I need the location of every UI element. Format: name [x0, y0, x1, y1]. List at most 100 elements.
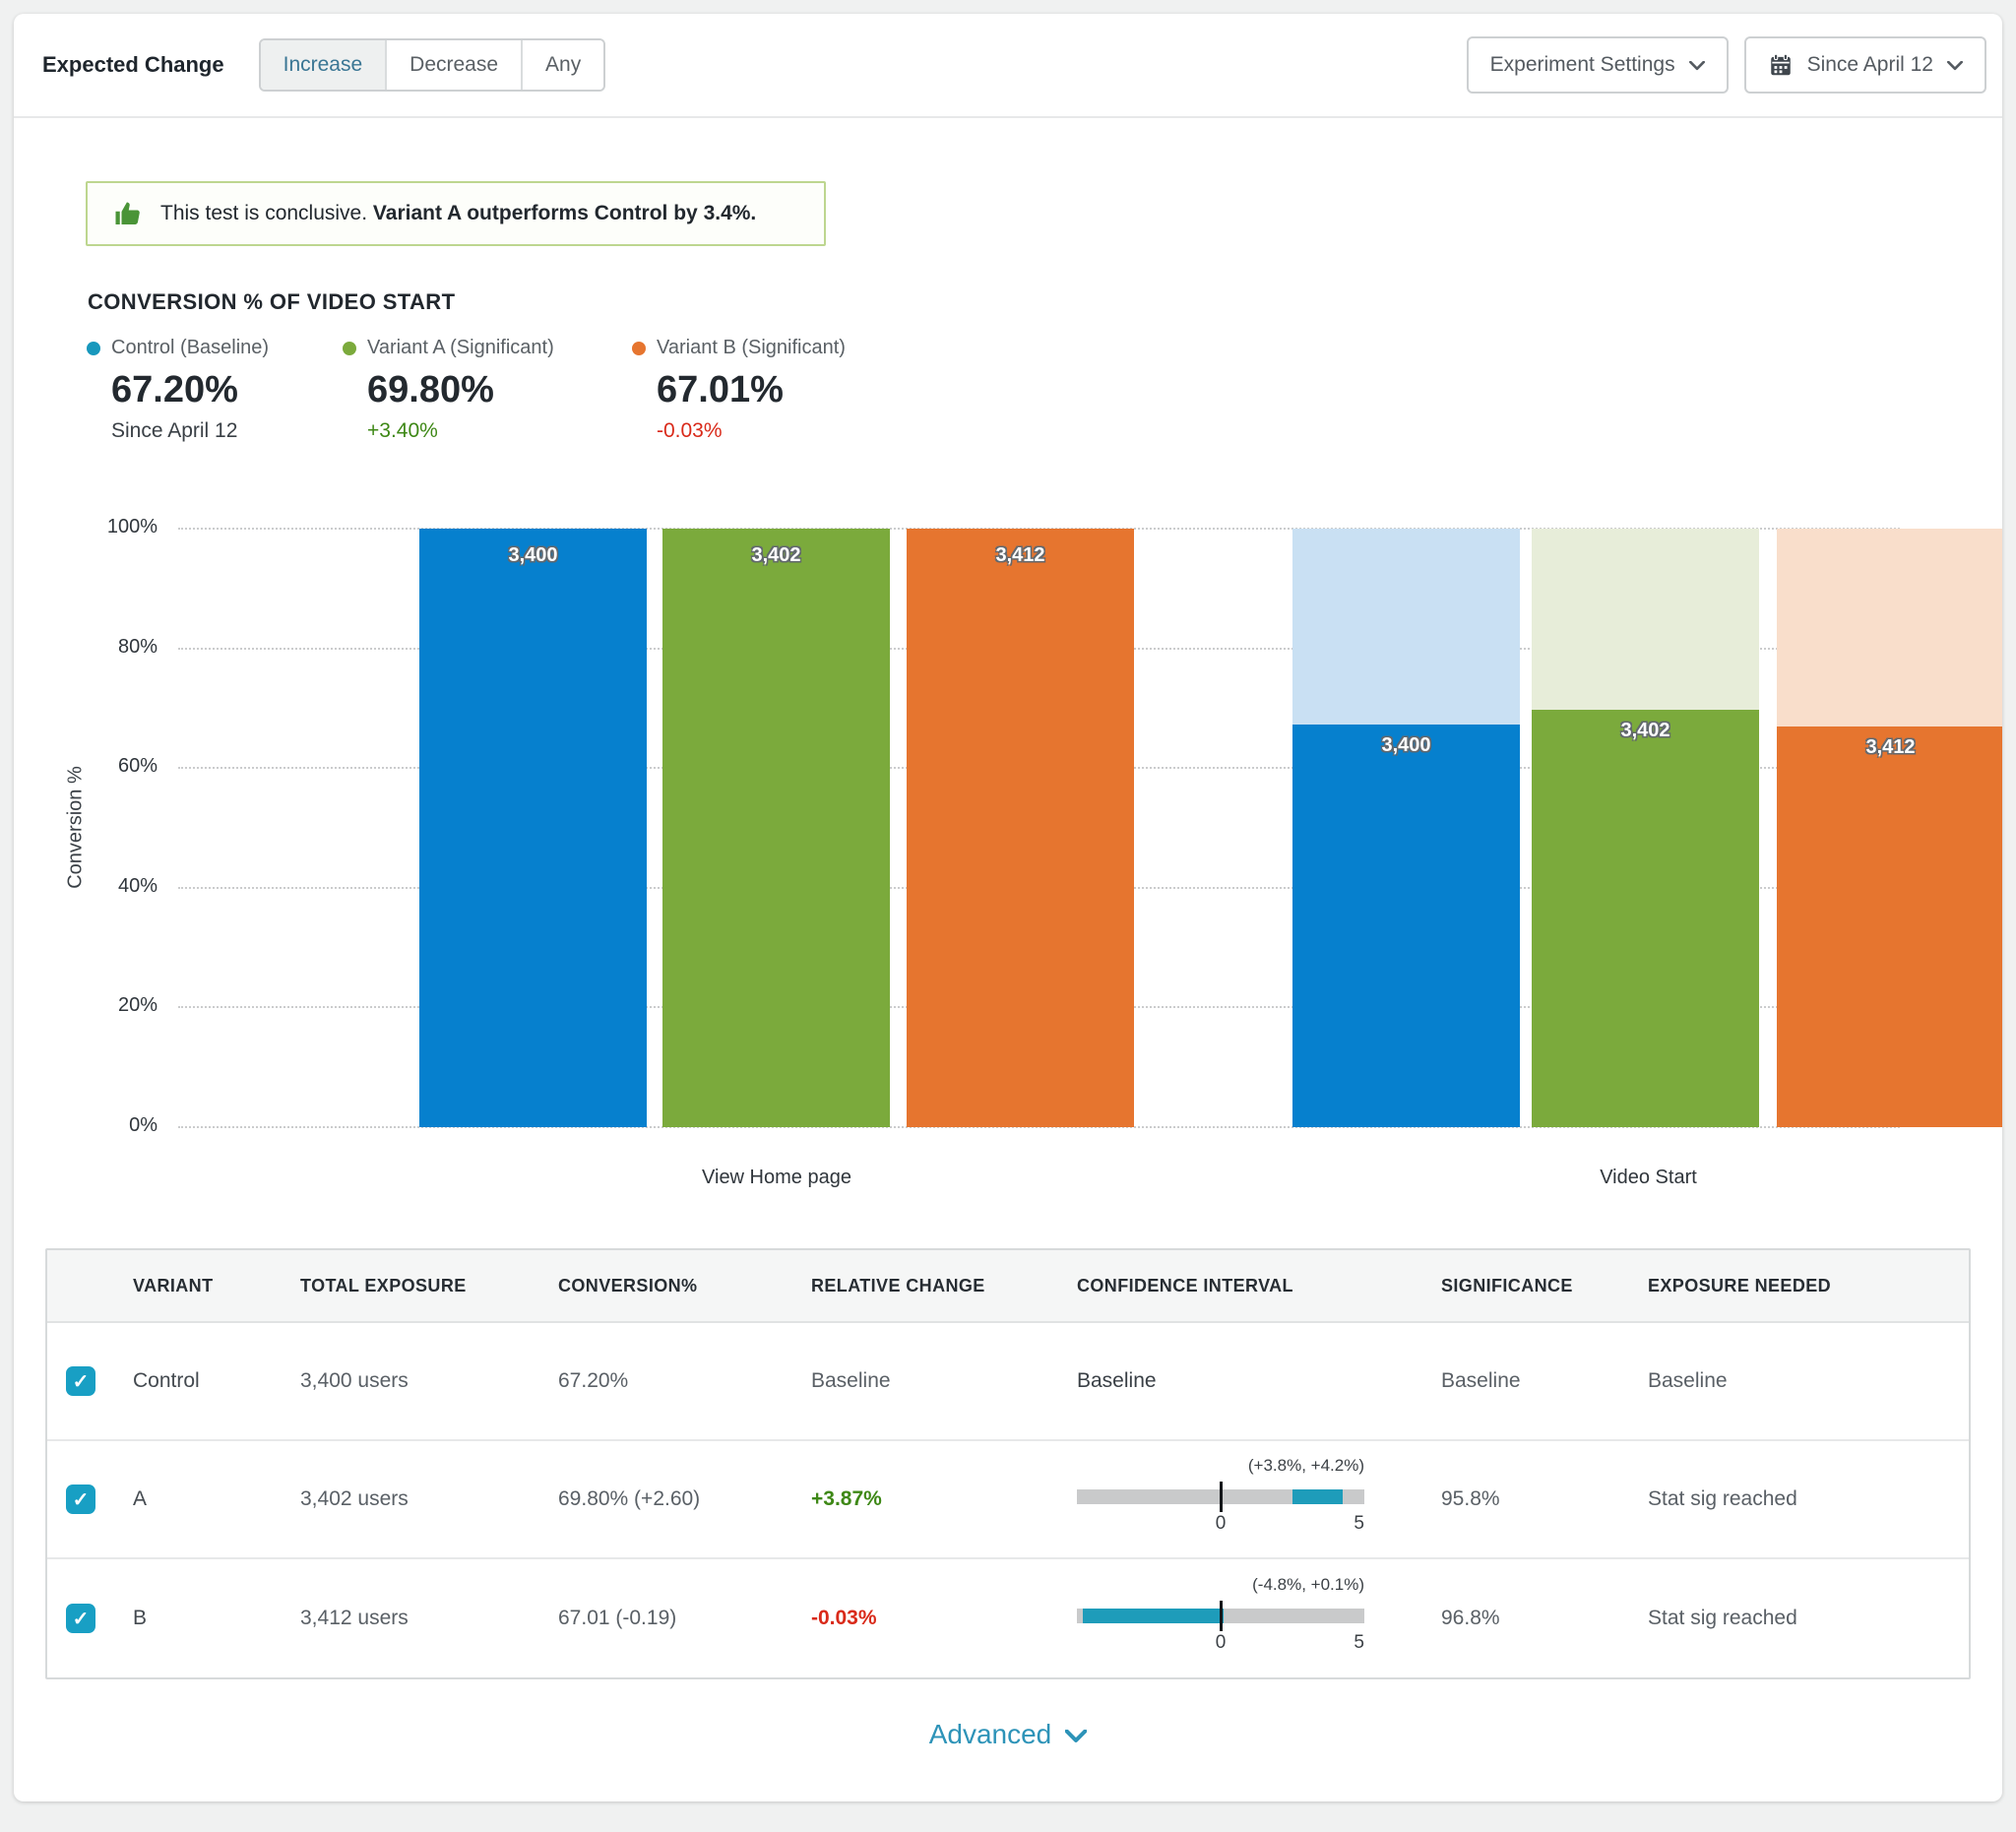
bar-value-label: 3,412 — [1777, 736, 2002, 759]
segment-increase[interactable]: Increase — [261, 40, 386, 90]
row-checkbox[interactable]: ✓ — [66, 1604, 95, 1633]
significance-value: 96.8% — [1441, 1607, 1648, 1630]
confidence-interval-cell: (+3.8%, +4.2%)05 — [1077, 1456, 1441, 1543]
column-header-3: RELATIVE CHANGE — [811, 1276, 1077, 1296]
conclusive-banner: This test is conclusive. Variant A outpe… — [86, 181, 826, 246]
bar-control[interactable] — [1292, 725, 1520, 1127]
metric-title: CONVERSION % OF VIDEO START — [88, 289, 2002, 315]
date-range-label: Since April 12 — [1807, 53, 1933, 77]
column-header-2: CONVERSION% — [558, 1276, 811, 1296]
legend-sub: Since April 12 — [111, 419, 343, 443]
category-label: Video Start — [1452, 1167, 1846, 1189]
metric-legend: Control (Baseline)67.20%Since April 12Va… — [87, 337, 2002, 443]
chevron-down-icon — [1689, 53, 1705, 77]
y-tick-label: 20% — [14, 994, 158, 1017]
legend-dot — [87, 342, 100, 355]
legend-dot — [632, 342, 646, 355]
variant-name: B — [133, 1607, 300, 1630]
topbar: Expected Change IncreaseDecreaseAny Expe… — [14, 14, 2002, 116]
chevron-down-icon — [1065, 1719, 1087, 1750]
bar-control[interactable] — [419, 529, 647, 1127]
y-tick-label: 80% — [14, 636, 158, 659]
variant-name: A — [133, 1487, 300, 1511]
confidence-interval-cell: Baseline — [1077, 1369, 1441, 1393]
bar-value-label: 3,402 — [1532, 720, 1759, 742]
variant-name: Control — [133, 1369, 300, 1393]
column-header-4: CONFIDENCE INTERVAL — [1077, 1276, 1441, 1296]
legend-item-0: Control (Baseline) 67.20% Since April 12 — [87, 337, 343, 443]
table-row-control: ✓Control3,400 users67.20%BaselineBaselin… — [47, 1323, 1969, 1441]
category-label: View Home page — [580, 1167, 974, 1189]
exposure-needed: Stat sig reached — [1648, 1607, 1969, 1630]
bar-value-label: 3,402 — [662, 544, 890, 567]
confidence-interval-fill — [1083, 1609, 1224, 1623]
legend-name: Variant A (Significant) — [367, 337, 554, 359]
bar-variant-a[interactable] — [662, 529, 890, 1127]
banner-text: This test is conclusive. Variant A outpe… — [160, 202, 756, 225]
bar-value-label: 3,400 — [1292, 734, 1520, 757]
conversion-chart: Conversion %0%20%40%60%80%100%3,4003,400… — [14, 443, 2002, 1193]
table-row-a: ✓A3,402 users69.80% (+2.60)+3.87%(+3.8%,… — [47, 1441, 1969, 1559]
legend-sub: +3.40% — [367, 419, 632, 443]
bar-value-label: 3,412 — [907, 544, 1134, 567]
expected-change-segmented: IncreaseDecreaseAny — [259, 38, 606, 92]
row-checkbox[interactable]: ✓ — [66, 1485, 95, 1514]
checkbox-cell: ✓ — [47, 1604, 133, 1633]
total-exposure: 3,400 users — [300, 1369, 558, 1393]
experiment-results-card: Expected Change IncreaseDecreaseAny Expe… — [14, 14, 2002, 1801]
advanced-link[interactable]: Advanced — [929, 1719, 1088, 1750]
confidence-interval-range-label: (+3.8%, +4.2%) — [1248, 1456, 1364, 1476]
bar-variant-b[interactable] — [1777, 726, 2002, 1127]
column-header-0: VARIANT — [133, 1276, 300, 1296]
legend-item-head: Control (Baseline) — [87, 337, 343, 359]
legend-item-head: Variant A (Significant) — [343, 337, 632, 359]
calendar-icon — [1768, 52, 1794, 78]
legend-item-head: Variant B (Significant) — [632, 337, 2002, 359]
legend-dot — [343, 342, 356, 355]
axis-tick-max: 5 — [1354, 1632, 1364, 1654]
legend-item-1: Variant A (Significant) 69.80% +3.40% — [343, 337, 632, 443]
total-exposure: 3,402 users — [300, 1487, 558, 1511]
experiment-settings-label: Experiment Settings — [1490, 53, 1675, 77]
axis-tick-zero: 0 — [1216, 1632, 1227, 1654]
bar-remainder-variant-a — [1532, 529, 1759, 710]
row-checkbox[interactable]: ✓ — [66, 1366, 95, 1396]
relative-change: Baseline — [811, 1369, 1077, 1393]
confidence-interval-range-label: (-4.8%, +0.1%) — [1252, 1575, 1364, 1595]
advanced-section: Advanced — [14, 1719, 2002, 1750]
legend-item-2: Variant B (Significant)67.01%-0.03% — [632, 337, 2002, 443]
date-range-button[interactable]: Since April 12 — [1744, 36, 1986, 94]
table-header-row: VARIANTTOTAL EXPOSURECONVERSION%RELATIVE… — [47, 1250, 1969, 1323]
variants-table: VARIANTTOTAL EXPOSURECONVERSION%RELATIVE… — [45, 1248, 1971, 1679]
relative-change: -0.03% — [811, 1607, 1077, 1630]
table-row-b: ✓B3,412 users67.01 (-0.19)-0.03%(-4.8%, … — [47, 1559, 1969, 1677]
axis-tick-max: 5 — [1354, 1513, 1364, 1535]
bar-variant-b[interactable] — [907, 529, 1134, 1127]
confidence-interval-fill — [1292, 1489, 1343, 1504]
segment-decrease[interactable]: Decrease — [385, 40, 521, 90]
exposure-needed: Stat sig reached — [1648, 1487, 1969, 1511]
topbar-divider — [14, 116, 2002, 118]
conversion-value: 67.20% — [558, 1369, 811, 1393]
experiment-settings-button[interactable]: Experiment Settings — [1467, 36, 1729, 94]
bar-variant-a[interactable] — [1532, 710, 1759, 1127]
bar-value-label: 3,400 — [419, 544, 647, 567]
legend-sub: -0.03% — [657, 419, 2002, 443]
confidence-interval-cell: (-4.8%, +0.1%) 0 5 — [1077, 1575, 1441, 1662]
column-header-1: TOTAL EXPOSURE — [300, 1276, 558, 1296]
exposure-needed: Baseline — [1648, 1369, 1969, 1393]
column-header-6: EXPOSURE NEEDED — [1648, 1276, 1969, 1296]
y-tick-label: 100% — [14, 516, 158, 538]
checkbox-cell: ✓ — [47, 1485, 133, 1514]
legend-value: 67.20% — [111, 369, 343, 411]
zero-marker — [1220, 1601, 1223, 1631]
segment-any[interactable]: Any — [521, 40, 603, 90]
conversion-value: 69.80% (+2.60) — [558, 1487, 811, 1511]
advanced-label: Advanced — [929, 1719, 1052, 1750]
thumbs-up-icon — [113, 199, 143, 228]
bar-remainder-variant-b — [1777, 529, 2002, 726]
banner-bold-text: Variant A outperforms Control by 3.4%. — [373, 202, 756, 224]
expected-change-label: Expected Change — [42, 52, 224, 78]
zero-marker — [1220, 1482, 1223, 1512]
legend-value: 69.80% — [367, 369, 632, 411]
